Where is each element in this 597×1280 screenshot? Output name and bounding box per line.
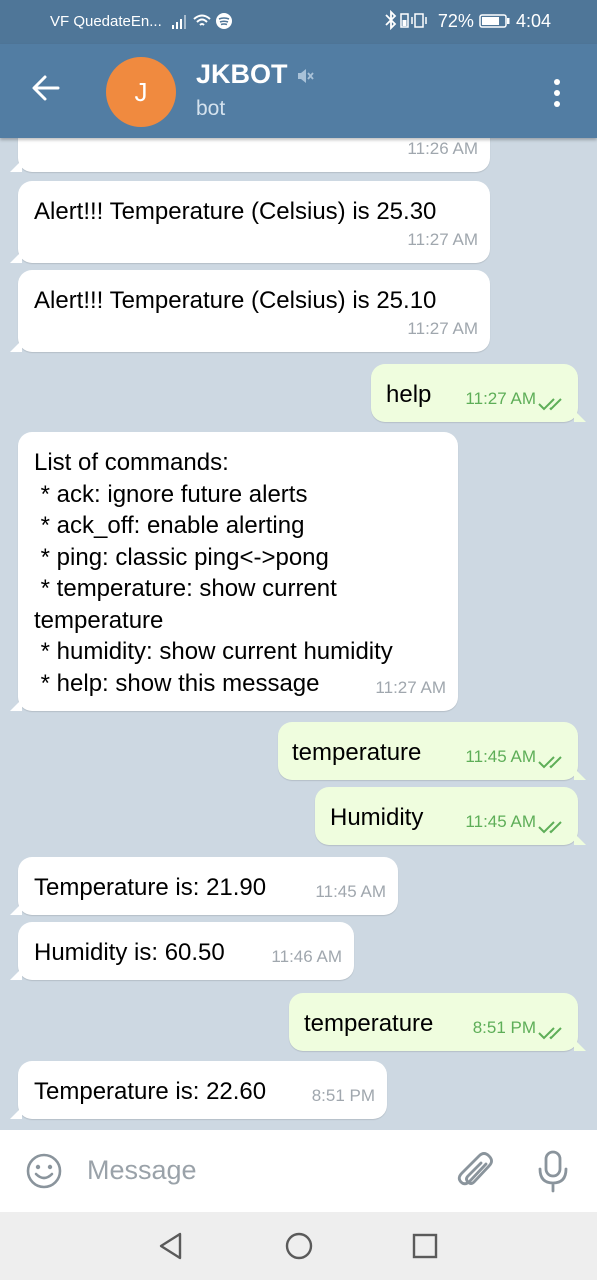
read-receipt-icon: [538, 398, 562, 411]
nav-home-icon[interactable]: [284, 1231, 314, 1261]
message-bubble[interactable]: 11:26 AM: [10, 138, 490, 172]
message-list[interactable]: 11:26 AM Alert!!! Temperature (Celsius) …: [0, 138, 597, 1130]
clock: 4:04: [515, 11, 551, 31]
message-time: 8:51 PM: [311, 1085, 375, 1105]
microphone-icon[interactable]: [535, 1149, 571, 1193]
message-composer: [0, 1130, 597, 1212]
message-time: 11:45 AM: [315, 881, 386, 901]
read-receipt-icon: [538, 821, 562, 834]
message-time: 8:51 PM: [472, 1017, 536, 1037]
message-time: 11:26 AM: [407, 138, 478, 158]
muted-icon: [298, 69, 314, 83]
message-bubble[interactable]: Humidity is: 60.50 11:46 AM: [10, 922, 354, 980]
message-bubble[interactable]: Humidity 11:45 AM: [315, 787, 586, 845]
message-bubble[interactable]: temperature 11:45 AM: [278, 722, 586, 780]
system-navigation-bar: [0, 1212, 597, 1280]
carrier-name: VF QuedateEn...: [50, 13, 162, 30]
nav-back-icon[interactable]: [156, 1230, 186, 1262]
status-right: 72% 4:04: [383, 9, 551, 32]
nav-recents-icon[interactable]: [412, 1233, 438, 1259]
message-time: 11:45 AM: [465, 811, 536, 831]
message-bubble[interactable]: help 11:27 AM: [371, 364, 586, 422]
message-bubble[interactable]: List of commands: * ack: ignore future a…: [10, 432, 458, 711]
message-time: 11:27 AM: [465, 388, 536, 408]
attach-icon[interactable]: [456, 1150, 496, 1192]
emoji-icon[interactable]: [25, 1152, 63, 1190]
message-bubble[interactable]: Temperature is: 22.60 8:51 PM: [10, 1061, 387, 1119]
status-bar: VF QuedateEn... 72% 4:04: [0, 0, 597, 44]
message-bubble[interactable]: Alert!!! Temperature (Celsius) is 25.30 …: [10, 181, 490, 263]
message-bubble[interactable]: Temperature is: 21.90 11:45 AM: [10, 857, 398, 915]
message-time: 11:27 AM: [375, 677, 446, 697]
message-time: 11:27 AM: [407, 229, 478, 249]
message-bubble[interactable]: temperature 8:51 PM: [289, 993, 586, 1051]
chat-title[interactable]: JKBOT: [196, 59, 288, 90]
message-time: 11:45 AM: [465, 746, 536, 766]
read-receipt-icon: [538, 1027, 562, 1040]
message-input[interactable]: [87, 1152, 427, 1188]
read-receipt-icon: [538, 756, 562, 769]
message-time: 11:27 AM: [407, 318, 478, 338]
message-time: 11:46 AM: [271, 946, 342, 966]
message-text: List of commands: * ack: ignore future a…: [34, 449, 393, 697]
message-bubble[interactable]: Alert!!! Temperature (Celsius) is 25.10 …: [10, 270, 490, 352]
chat-subtitle: bot: [196, 97, 226, 120]
back-arrow-icon[interactable]: [28, 70, 64, 106]
more-menu-icon[interactable]: [546, 76, 568, 110]
avatar[interactable]: J: [106, 57, 176, 127]
signal-wifi-spotify-icons: [170, 11, 240, 36]
chat-header: J JKBOT bot: [0, 44, 597, 138]
battery-icon: [479, 14, 510, 28]
battery-percent: 72%: [437, 11, 474, 31]
